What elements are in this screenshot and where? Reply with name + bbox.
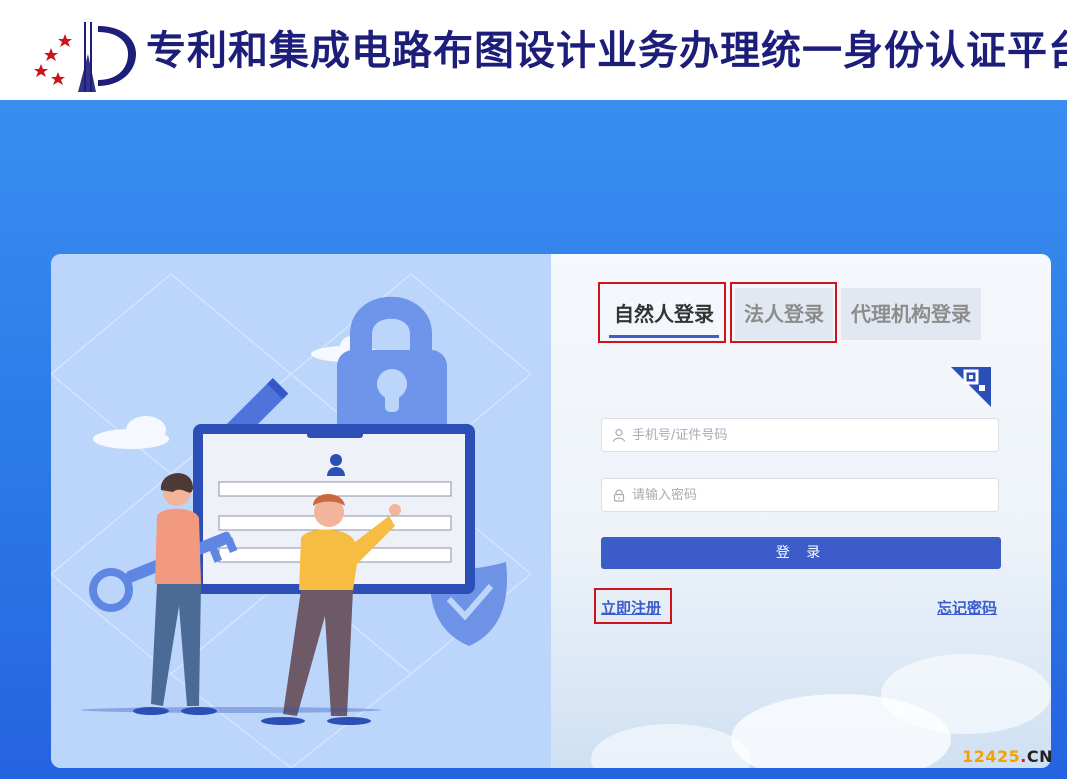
highlight-box [594, 588, 672, 624]
tab-agency-login[interactable]: 代理机构登录 [841, 288, 981, 340]
username-input[interactable] [632, 419, 982, 451]
highlight-box [598, 282, 726, 343]
login-card: 自然人登录 法人登录 代理机构登录 手机号/证件号码 登 录 立即注册 忘记密码 [51, 254, 1051, 768]
illustration-art [51, 273, 533, 768]
highlight-box [730, 282, 837, 343]
username-field[interactable] [601, 418, 999, 452]
cloud-decoration [881, 654, 1051, 734]
site-watermark: 12425.CN [962, 747, 1053, 766]
user-icon [612, 428, 626, 442]
password-input[interactable] [632, 479, 982, 511]
tab-label: 代理机构登录 [851, 302, 971, 326]
page-title: 专利和集成电路布图设计业务办理统一身份认证平台 [146, 28, 1067, 74]
password-field[interactable] [601, 478, 999, 512]
login-button[interactable]: 登 录 [601, 537, 1001, 569]
watermark-number: 12425 [962, 747, 1021, 766]
watermark-suffix: CN [1026, 747, 1053, 766]
qr-code-icon[interactable] [951, 367, 991, 407]
forgot-password-link[interactable]: 忘记密码 [937, 597, 997, 618]
login-panel: 自然人登录 法人登录 代理机构登录 手机号/证件号码 登 录 立即注册 忘记密码 [551, 254, 1051, 768]
security-illustration [51, 254, 551, 768]
cloud-decoration [591, 724, 751, 768]
site-header: 专利和集成电路布图设计业务办理统一身份认证平台 [0, 0, 1067, 100]
watermark-dot: . [1020, 747, 1027, 766]
cnipa-logo [34, 22, 136, 92]
lock-icon [613, 489, 625, 502]
